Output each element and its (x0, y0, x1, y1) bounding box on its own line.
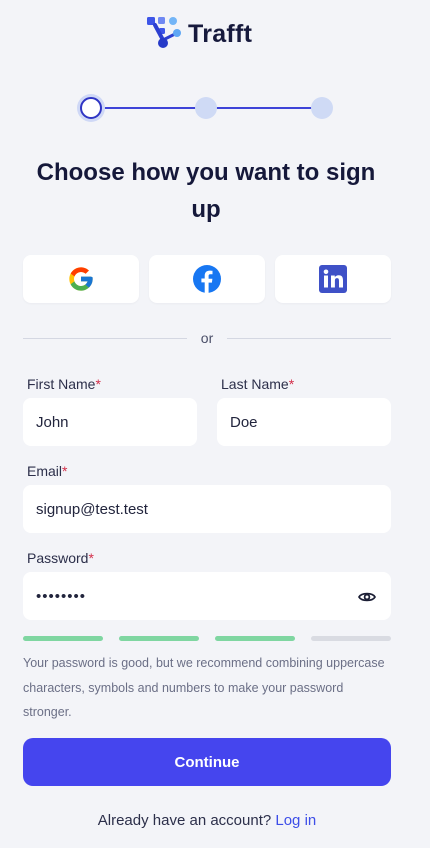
password-label: Password* (27, 550, 94, 566)
page-title: Choose how you want to sign up (36, 159, 376, 223)
stepper-step-1 (80, 97, 102, 119)
login-link[interactable]: Log in (275, 812, 316, 829)
strength-segment (311, 636, 391, 641)
stepper-line-2 (216, 107, 312, 109)
signup-stepper (80, 96, 334, 120)
divider-rule-right (227, 337, 392, 339)
stepper-step-2 (195, 97, 217, 119)
linkedin-icon (319, 265, 347, 293)
google-icon (69, 267, 93, 291)
email-label-text: Email (27, 463, 63, 479)
or-divider: or (23, 330, 392, 346)
password-label-text: Password (27, 550, 89, 566)
continue-button[interactable]: Continue (23, 738, 391, 786)
eye-icon (358, 592, 376, 602)
facebook-icon (193, 265, 221, 293)
first-name-label-text: First Name (27, 376, 96, 392)
brand-name: Trafft (188, 19, 253, 48)
email-input[interactable] (23, 485, 391, 533)
divider-rule-left (23, 337, 187, 339)
facebook-signup-button[interactable] (149, 255, 265, 303)
stepper-step-3 (311, 97, 333, 119)
required-mark: * (95, 376, 101, 392)
password-input[interactable] (23, 572, 391, 620)
password-strength-message: Your password is good, but we recommend … (23, 656, 385, 719)
last-name-label: Last Name* (221, 376, 294, 392)
divider-text: or (200, 330, 214, 346)
linkedin-signup-button[interactable] (275, 255, 391, 303)
required-mark: * (288, 376, 295, 392)
strength-segment (215, 636, 295, 641)
login-prompt: Already have an account? Log in (0, 812, 414, 829)
required-mark: * (62, 463, 68, 479)
password-strength-meter (23, 636, 391, 641)
trafft-logo-icon (147, 17, 181, 48)
stepper-line-1 (102, 107, 196, 109)
strength-segment (23, 636, 103, 641)
first-name-label: First Name* (27, 376, 101, 392)
show-password-toggle[interactable] (357, 587, 377, 607)
strength-segment (119, 636, 199, 641)
email-label: Email* (27, 463, 67, 479)
last-name-input[interactable] (217, 398, 391, 446)
social-signup-row (23, 255, 391, 303)
last-name-label-text: Last Name (221, 376, 289, 392)
first-name-input[interactable] (23, 398, 197, 446)
google-signup-button[interactable] (23, 255, 139, 303)
required-mark: * (88, 550, 94, 566)
brand-logo: Trafft (146, 16, 252, 52)
login-prompt-text: Already have an account? (97, 812, 272, 829)
